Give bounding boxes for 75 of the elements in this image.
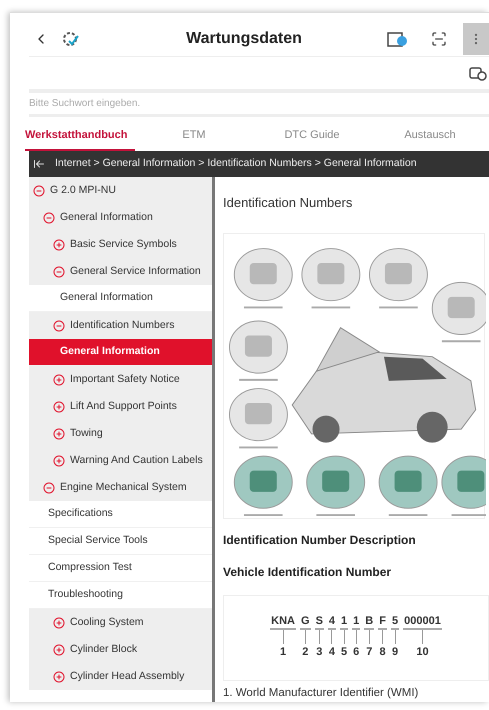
minus-circle-icon [33, 184, 45, 196]
vin-position-number: 10 [416, 645, 429, 660]
tree-item[interactable]: Towing [29, 420, 212, 447]
tree-item[interactable]: General Information [29, 339, 212, 366]
vin-code: 000001 [403, 614, 442, 630]
tree-item-label: Troubleshooting [48, 587, 123, 602]
vin-position-number: 9 [392, 645, 398, 660]
tree-item[interactable]: Cylinder Block [29, 636, 212, 663]
tree-item-label: General Information [60, 344, 160, 360]
minus-circle-icon [53, 266, 65, 278]
tree-item-label: G 2.0 MPI-NU [50, 182, 116, 198]
breadcrumb: Internet > General Information > Identification Numbers > General Information [55, 156, 417, 172]
vin-position-number: 1 [280, 645, 286, 660]
vin-code: G [300, 614, 311, 630]
tree-item-label: Engine Mechanical System [60, 480, 187, 495]
tree-item-label: Compression Test [48, 560, 132, 576]
plus-circle-icon [53, 644, 65, 656]
tree-item-label: Special Service Tools [48, 533, 148, 548]
tree-item-label: Lift And Support Points [70, 398, 177, 414]
plus-circle-icon [53, 374, 65, 386]
tree-item[interactable]: G 2.0 MPI-NU [29, 177, 212, 204]
tree-item-label: Important Safety Notice [70, 372, 180, 387]
tree-item[interactable]: Basic Service Symbols [29, 231, 212, 258]
plus-circle-icon [53, 400, 65, 412]
plus-circle-icon [53, 428, 65, 440]
content-heading: Identification Numbers [223, 194, 354, 212]
tree-item[interactable]: Cylinder Head Assembly [29, 663, 212, 690]
vin-code: B [364, 614, 374, 630]
tree-item-label: Cylinder Head Assembly [70, 668, 184, 684]
vin-code: KNA [270, 614, 296, 630]
tree-item[interactable]: General Service Information [29, 258, 212, 285]
car-check-icon[interactable] [469, 65, 487, 81]
tree-item-label: Cylinder Block [70, 642, 138, 657]
tree-item[interactable]: Warning And Caution Labels [29, 447, 212, 474]
tree-item-label: Cooling System [70, 614, 144, 630]
tree-item-label: Specifications [48, 506, 113, 522]
vin-position-number: 4 [328, 645, 336, 660]
vin-position-number: 6 [353, 645, 360, 660]
plus-circle-icon [53, 670, 65, 682]
tree-item-label: General Information [60, 210, 153, 225]
tree-item-label: Basic Service Symbols [70, 236, 177, 252]
vin-code: F [378, 614, 387, 630]
page-title: Wartungsdaten [185, 28, 303, 48]
subsection-title: Vehicle Identification Number [223, 564, 392, 580]
plus-circle-icon [53, 616, 65, 628]
tree-item[interactable]: Identification Numbers [29, 312, 212, 339]
minus-circle-icon [43, 212, 55, 224]
tree-item-label: General Service Information [70, 264, 201, 279]
tree-item[interactable]: General Information [29, 204, 212, 231]
tab[interactable]: ETM [135, 121, 253, 151]
minus-circle-icon [43, 482, 55, 494]
tree-item-label: General Information [60, 290, 153, 306]
tab[interactable]: Austausch [371, 121, 489, 151]
plus-circle-icon [53, 238, 65, 250]
vin-position-number: 2 [302, 645, 308, 660]
plus-circle-icon [53, 454, 65, 466]
vin-position-number: 3 [316, 645, 322, 660]
list-item: 1. World Manufacturer Identifier (WMI) [223, 686, 420, 701]
tree-item-label: Towing [70, 426, 103, 441]
tree-item-label: Identification Numbers [70, 318, 174, 333]
scan-icon[interactable] [431, 30, 447, 46]
tree-item-label: Warning And Caution Labels [70, 452, 203, 468]
tree-item[interactable]: Cooling System [29, 609, 212, 636]
minus-circle-icon [53, 320, 65, 332]
section-title: Identification Number Description [223, 532, 417, 548]
search-field[interactable]: Bitte Suchwort eingeben. [29, 93, 489, 117]
vin-code: S [314, 614, 324, 630]
tree-item[interactable]: Important Safety Notice [29, 366, 212, 393]
tab[interactable]: DTC Guide [253, 121, 371, 151]
vin-position-number: 8 [380, 645, 386, 660]
vin-position-number: 5 [341, 645, 348, 660]
tree-item[interactable]: Engine Mechanical System [29, 474, 212, 501]
collapse-icon[interactable] [33, 158, 45, 170]
tree-item[interactable]: Lift And Support Points [29, 393, 212, 420]
vin-position-number: 7 [366, 645, 372, 660]
